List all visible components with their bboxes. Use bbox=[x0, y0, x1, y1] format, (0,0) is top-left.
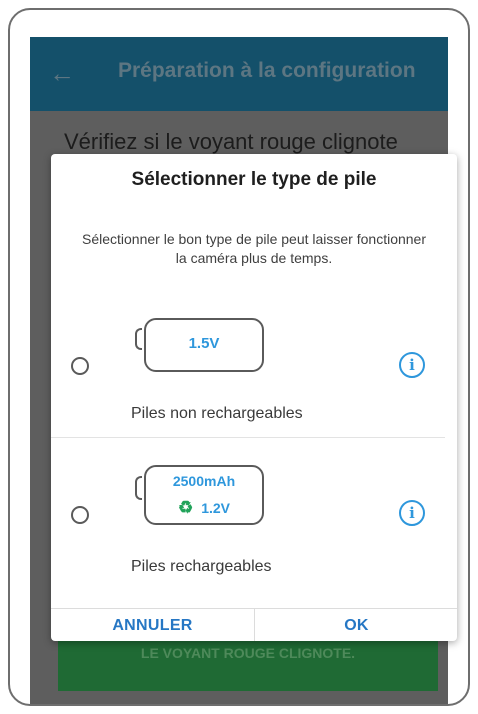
battery-voltage: 1.5V bbox=[188, 335, 220, 352]
battery-cap bbox=[135, 328, 142, 350]
option-rechargeable[interactable]: 2500mAh ♻ 1.2V i Piles rechargeables bbox=[51, 439, 457, 579]
dialog-footer: ANNULER OK bbox=[51, 608, 457, 641]
info-icon[interactable]: i bbox=[399, 500, 425, 526]
dialog-title: Sélectionner le type de pile bbox=[131, 169, 377, 190]
battery-type-dialog: Sélectionner le type de pile Sélectionne… bbox=[51, 154, 457, 641]
divider bbox=[51, 437, 445, 438]
radio-rechargeable[interactable] bbox=[71, 506, 89, 524]
battery-icon-rechargeable: 2500mAh ♻ 1.2V bbox=[144, 465, 264, 525]
arrow-left-icon[interactable]: ← bbox=[44, 55, 80, 91]
app-bar-title: Préparation à la configuration bbox=[118, 59, 416, 82]
app-bar: ← Préparation à la configuration bbox=[30, 37, 448, 111]
battery-voltage: 1.2V bbox=[201, 500, 231, 516]
recycle-icon: ♻ bbox=[177, 498, 194, 517]
dialog-description: Sélectionner le bon type de pile peut la… bbox=[82, 231, 426, 266]
battery-icon-non-rechargeable: 1.5V bbox=[144, 318, 264, 372]
battery-cap bbox=[135, 476, 142, 500]
battery-voltage-row: ♻ 1.2V bbox=[146, 498, 262, 518]
option-non-rechargeable[interactable]: 1.5V i Piles non rechargeables bbox=[51, 304, 457, 434]
cancel-button[interactable]: ANNULER bbox=[51, 609, 254, 641]
option-label-non-rechargeable: Piles non rechargeables bbox=[131, 405, 303, 422]
battery-capacity: 2500mAh bbox=[172, 473, 236, 489]
radio-non-rechargeable[interactable] bbox=[71, 357, 89, 375]
led-blinking-button-label: LE VOYANT ROUGE CLIGNOTE. bbox=[140, 645, 356, 661]
option-label-rechargeable: Piles rechargeables bbox=[131, 558, 272, 575]
background-instruction: Vérifiez si le voyant rouge clignote bbox=[64, 129, 398, 154]
info-icon[interactable]: i bbox=[399, 352, 425, 378]
ok-button[interactable]: OK bbox=[255, 609, 457, 641]
device-frame: ← Préparation à la configuration Vérifie… bbox=[8, 8, 470, 706]
